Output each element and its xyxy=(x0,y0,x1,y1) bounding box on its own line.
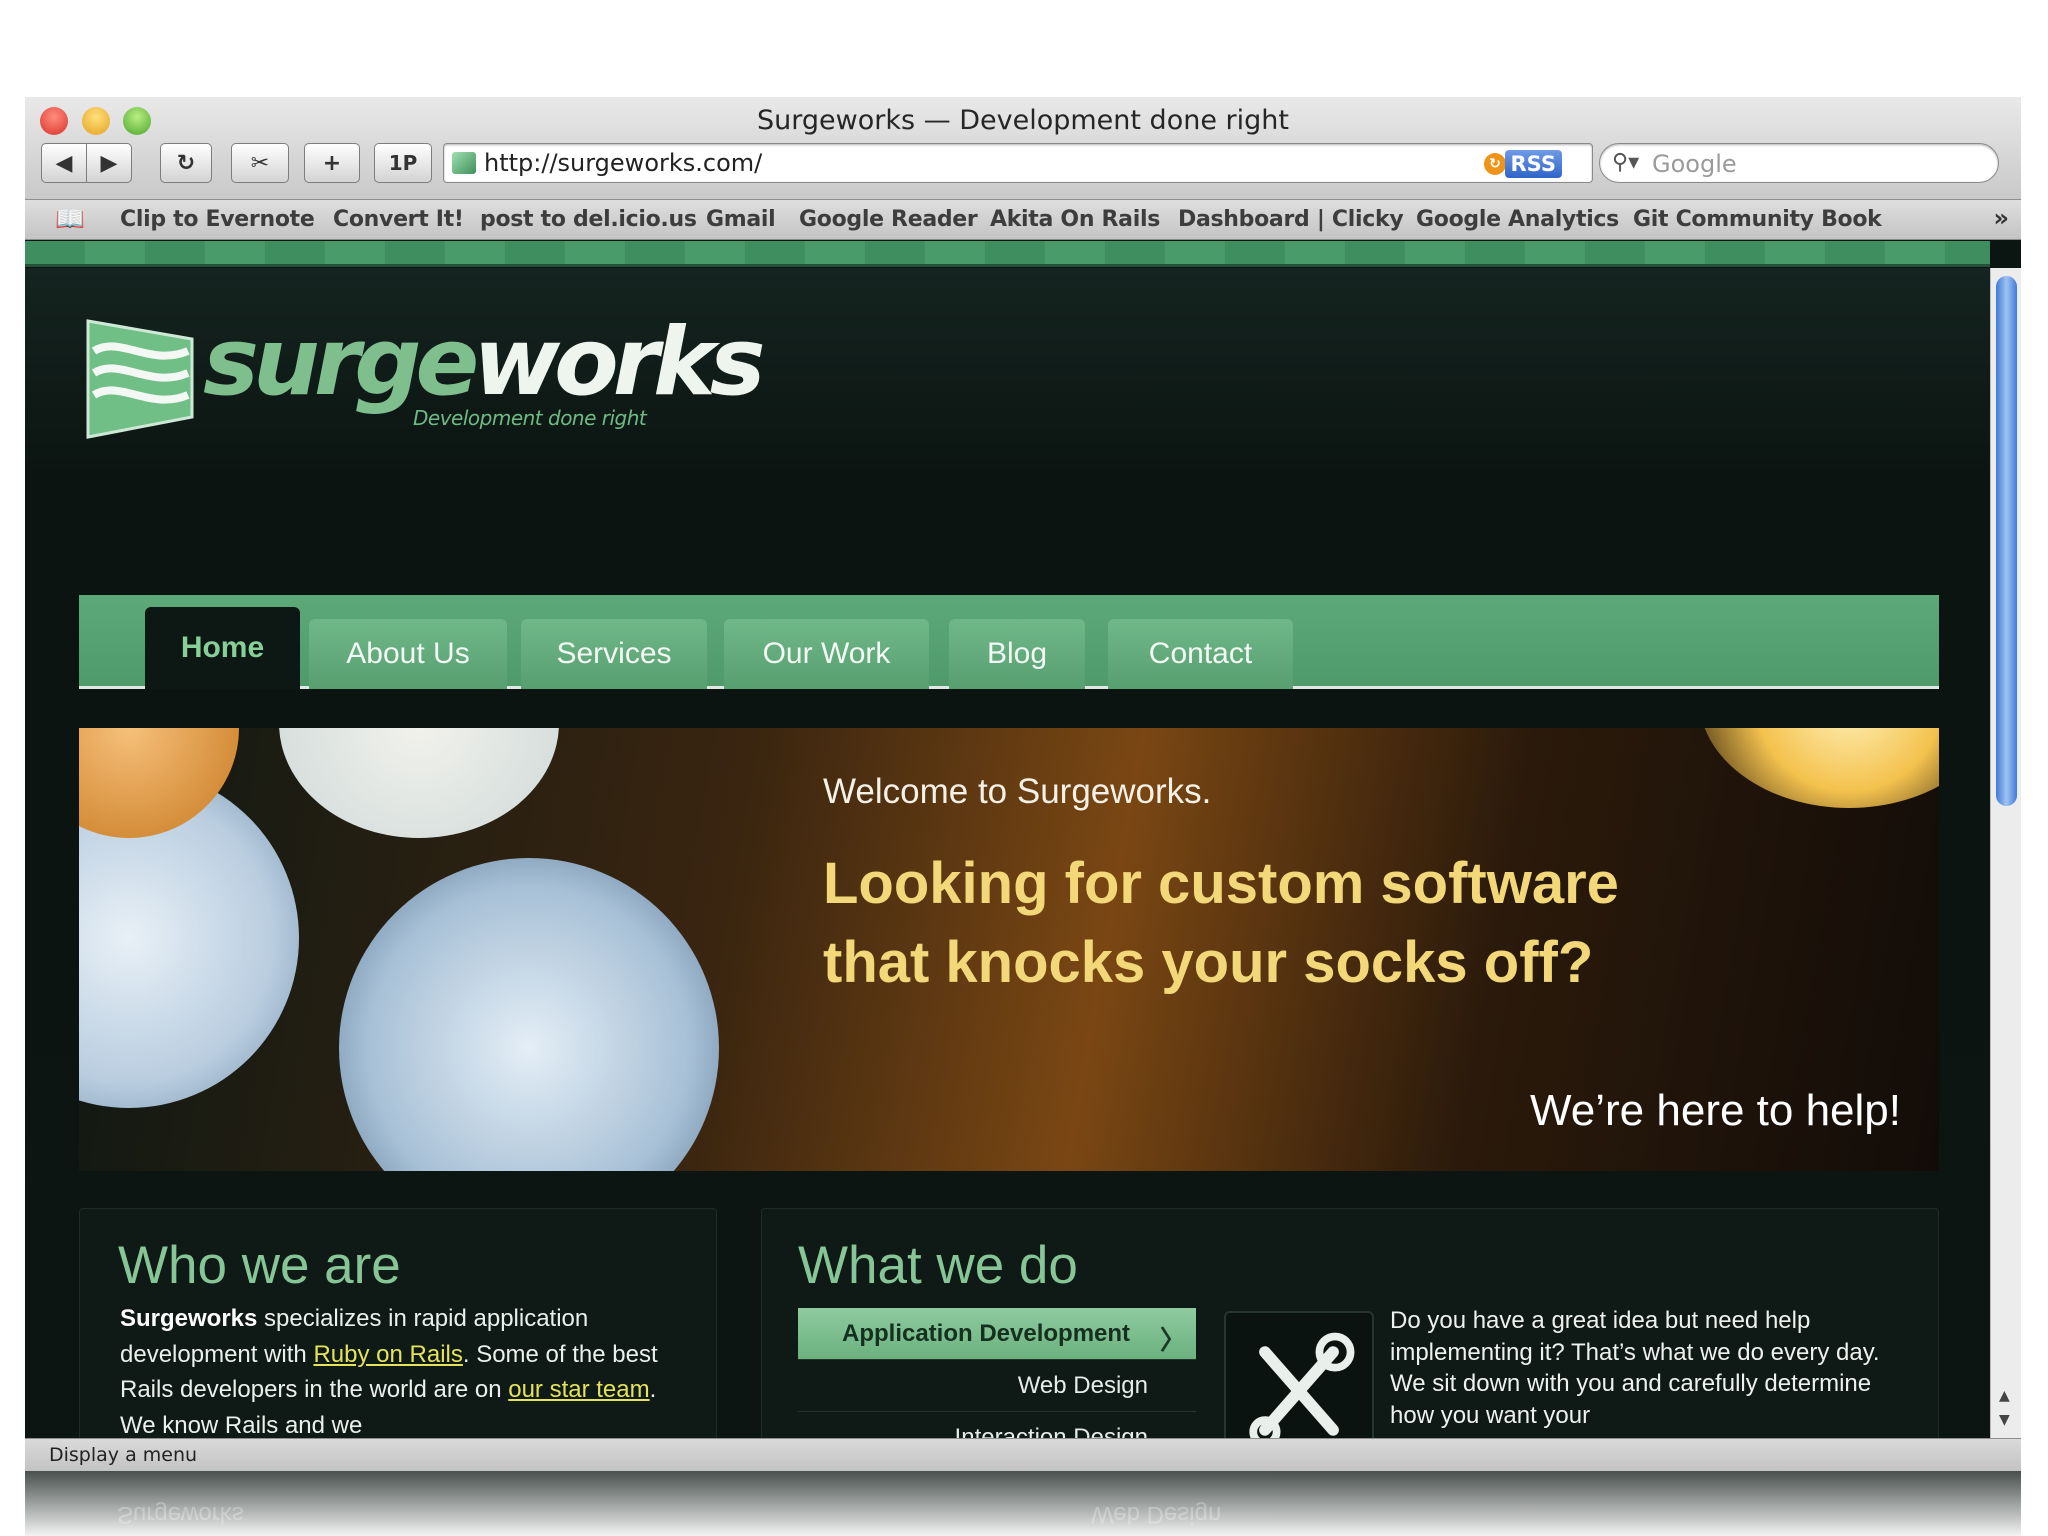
nav-home[interactable]: Home xyxy=(145,607,300,689)
bookmark-item[interactable]: Akita On Rails xyxy=(990,207,1160,232)
who-we-are-text: Surgeworks specializes in rapid applicat… xyxy=(120,1301,690,1438)
reflection-fade xyxy=(25,1471,2021,1536)
nav-about-us[interactable]: About Us xyxy=(309,619,507,689)
site-favicon-icon xyxy=(452,152,476,174)
hero-banner: Welcome to Surgeworks. Looking for custo… xyxy=(79,728,1939,1171)
hero-headline: Looking for custom software that knocks … xyxy=(823,851,1619,995)
brand-name: Surgeworks xyxy=(120,1305,258,1332)
reload-button[interactable]: ↻ xyxy=(160,143,212,183)
add-bookmark-button[interactable]: + xyxy=(304,143,360,183)
url-input[interactable]: http://surgeworks.com/ xyxy=(484,149,762,177)
who-we-are-title: Who we are xyxy=(118,1236,401,1295)
who-we-are-panel: Who we are Surgeworks specializes in rap… xyxy=(79,1208,717,1438)
service-web-design[interactable]: Web Design xyxy=(798,1360,1196,1412)
what-we-do-text: Do you have a great idea but need help i… xyxy=(1390,1307,1880,1429)
search-field[interactable]: ⚲▾ Google xyxy=(1599,143,1999,183)
service-interaction-design[interactable]: Interaction Design xyxy=(798,1412,1196,1439)
nav-our-work[interactable]: Our Work xyxy=(724,619,929,689)
status-bar: Display a menu xyxy=(25,1438,2021,1471)
bookmark-item[interactable]: Convert It! xyxy=(333,207,464,232)
bookmark-item[interactable]: Dashboard | Clicky xyxy=(1178,207,1404,232)
search-icon[interactable]: ⚲▾ xyxy=(1612,150,1639,175)
window-title: Surgeworks — Development done right xyxy=(757,105,1289,136)
site-logo[interactable]: surgeworks xyxy=(203,308,766,417)
address-bar[interactable]: http://surgeworks.com/ ↻ RSS xyxy=(443,143,1593,183)
logo-part-works: works xyxy=(473,308,765,417)
hero-welcome-text: Welcome to Surgeworks. xyxy=(823,772,1212,811)
nav-services[interactable]: Services xyxy=(521,619,707,689)
browser-window: Surgeworks — Development done right ◀ ▶ … xyxy=(25,97,2021,1536)
title-bar: Surgeworks — Development done right ◀ ▶ … xyxy=(25,97,2021,200)
bookmarks-book-icon[interactable]: 📖 xyxy=(55,205,85,233)
what-we-do-panel: What we do Application Development 〉 Web… xyxy=(761,1208,1939,1438)
rss-icon[interactable]: ↻ xyxy=(1484,153,1506,175)
hero-bokeh-decoration xyxy=(1699,728,1939,808)
service-application-development[interactable]: Application Development 〉 xyxy=(798,1308,1196,1360)
bookmark-item[interactable]: Google Analytics xyxy=(1416,207,1619,232)
rss-button[interactable]: RSS xyxy=(1504,150,1562,178)
bookmark-item[interactable]: Google Reader xyxy=(799,207,978,232)
nav-contact[interactable]: Contact xyxy=(1108,619,1293,689)
hero-bokeh-decoration xyxy=(279,728,559,838)
ruby-on-rails-link[interactable]: Ruby on Rails xyxy=(313,1341,462,1368)
scroll-down-arrow-icon[interactable]: ▼ xyxy=(1999,1412,2010,1428)
logo-part-surge: surge xyxy=(203,308,479,417)
more-bookmarks-chevron-icon[interactable]: » xyxy=(1993,204,2009,232)
hero-bokeh-decoration xyxy=(339,858,719,1171)
surgeworks-logo-icon[interactable] xyxy=(80,313,200,443)
onepassword-button[interactable]: 1P xyxy=(374,143,432,183)
bookmark-item[interactable]: Gmail xyxy=(706,207,776,232)
site-top-strip xyxy=(25,241,1990,267)
bookmarks-bar: 📖 Clip to Evernote Convert It! post to d… xyxy=(25,200,2021,240)
service-list: Application Development 〉 Web Design Int… xyxy=(798,1308,1196,1438)
snip-button[interactable]: ✂ xyxy=(231,143,289,183)
status-text: Display a menu xyxy=(49,1444,198,1466)
chevron-right-icon: 〉 xyxy=(1159,1326,1186,1356)
scroll-thumb[interactable] xyxy=(1996,276,2017,806)
bookmark-item[interactable]: Git Community Book xyxy=(1633,207,1882,232)
scroll-up-arrow-icon[interactable]: ▲ xyxy=(1999,1388,2010,1404)
hero-help-text: We’re here to help! xyxy=(1530,1086,1901,1135)
star-team-link[interactable]: our star team xyxy=(508,1376,649,1403)
nav-blog[interactable]: Blog xyxy=(949,619,1085,689)
back-button[interactable]: ◀ xyxy=(41,143,87,183)
vertical-scrollbar[interactable]: ▲ ▼ xyxy=(1990,268,2021,1438)
bookmark-item[interactable]: Clip to Evernote xyxy=(120,207,315,232)
search-placeholder[interactable]: Google xyxy=(1652,150,1737,178)
page-viewport: surgeworks Development done right Home A… xyxy=(25,268,1990,1438)
what-we-do-title: What we do xyxy=(798,1236,1078,1295)
site-navigation: Home About Us Services Our Work Blog Con… xyxy=(79,595,1939,689)
service-label: Application Development xyxy=(842,1319,1131,1347)
bookmark-item[interactable]: post to del.icio.us xyxy=(480,207,697,232)
logo-tagline: Development done right xyxy=(413,406,647,430)
forward-button[interactable]: ▶ xyxy=(86,143,132,183)
tools-icon xyxy=(1224,1311,1374,1438)
